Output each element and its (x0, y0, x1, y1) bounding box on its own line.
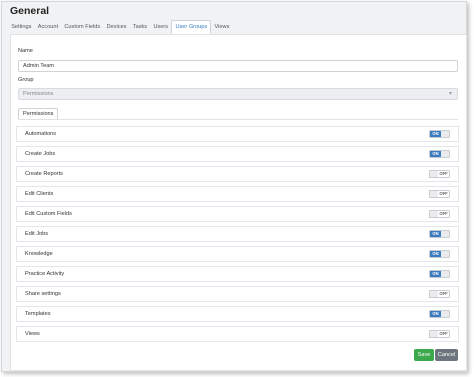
save-button[interactable]: Save (414, 349, 434, 361)
permission-name: Share settings (25, 291, 61, 297)
toggle-knob (440, 271, 449, 277)
permission-toggle[interactable]: ON (429, 250, 450, 258)
permission-name: Create Jobs (25, 151, 56, 157)
group-select-value: Permissions (23, 91, 54, 97)
permission-name: Practice Activity (25, 271, 65, 277)
permission-name: Edit Custom Fields (25, 211, 72, 217)
tab-bar: Settings Account Custom Fields Devices T… (8, 20, 233, 34)
tab-devices[interactable]: Devices (103, 20, 129, 34)
permission-toggle[interactable]: OFF (429, 290, 450, 298)
permission-toggle[interactable]: OFF (429, 170, 450, 178)
permission-row: Share settings OFF (16, 286, 459, 302)
permission-toggle[interactable]: ON (429, 150, 450, 158)
permissions-tab-divider (18, 119, 458, 120)
toggle-state-label: OFF (438, 171, 449, 177)
toggle-state-label: ON (430, 271, 441, 277)
tab-custom-fields[interactable]: Custom Fields (61, 20, 103, 34)
page-title: General (10, 5, 50, 17)
permission-toggle[interactable]: ON (429, 270, 450, 278)
permission-toggle[interactable]: ON (429, 130, 450, 138)
permission-row: Edit Jobs ON (16, 226, 459, 242)
permission-row: Create Reports OFF (16, 166, 459, 182)
permission-name: Edit Clients (25, 191, 54, 197)
tab-users[interactable]: Users (150, 20, 171, 34)
permission-row: Knowledge ON (16, 246, 459, 262)
settings-window: General Settings Account Custom Fields D… (1, 1, 467, 372)
permission-name: Create Reports (25, 171, 63, 177)
permission-name: Automations (25, 131, 57, 137)
tab-account[interactable]: Account (35, 20, 62, 34)
permission-row: Edit Custom Fields OFF (16, 206, 459, 222)
toggle-state-label: ON (430, 131, 441, 137)
name-input[interactable] (18, 60, 458, 72)
toggle-state-label: OFF (438, 331, 449, 337)
permission-toggle[interactable]: OFF (429, 190, 450, 198)
permission-row: Edit Clients OFF (16, 186, 459, 202)
name-label: Name (18, 48, 33, 54)
permissions-list: Automations ON Create Jobs ON Create Reports… (16, 126, 459, 346)
tab-settings[interactable]: Settings (8, 20, 35, 34)
permission-toggle[interactable]: OFF (429, 210, 450, 218)
tab-views[interactable]: Views (211, 20, 232, 34)
permission-name: Edit Jobs (25, 231, 49, 237)
permission-row: Create Jobs ON (16, 146, 459, 162)
toggle-knob (440, 131, 449, 137)
permission-toggle[interactable]: ON (429, 310, 450, 318)
permission-row: Views OFF (16, 326, 459, 342)
permission-name: Templates (25, 311, 51, 317)
toggle-state-label: ON (430, 251, 441, 257)
permission-row: Templates ON (16, 306, 459, 322)
group-select[interactable]: Permissions ▾ (18, 88, 458, 100)
toggle-state-label: OFF (438, 191, 449, 197)
permission-toggle[interactable]: OFF (429, 330, 450, 338)
permission-row: Automations ON (16, 126, 459, 142)
tab-user-groups[interactable]: User Groups (171, 20, 212, 34)
permission-row: Practice Activity ON (16, 266, 459, 282)
permission-toggle[interactable]: ON (429, 230, 450, 238)
toggle-knob (440, 151, 449, 157)
toggle-knob (440, 231, 449, 237)
chevron-down-icon: ▾ (448, 91, 452, 97)
permission-name: Knowledge (25, 251, 53, 257)
toggle-knob (440, 311, 449, 317)
toggle-state-label: ON (430, 231, 441, 237)
toggle-state-label: OFF (438, 211, 449, 217)
toggle-knob (440, 251, 449, 257)
cancel-button[interactable]: Cancel (435, 349, 458, 361)
permission-name: Views (25, 331, 40, 337)
toggle-state-label: ON (430, 151, 441, 157)
group-label: Group (18, 77, 34, 83)
toggle-state-label: ON (430, 311, 441, 317)
tab-tasks[interactable]: Tasks (130, 20, 151, 34)
toggle-state-label: OFF (438, 291, 449, 297)
